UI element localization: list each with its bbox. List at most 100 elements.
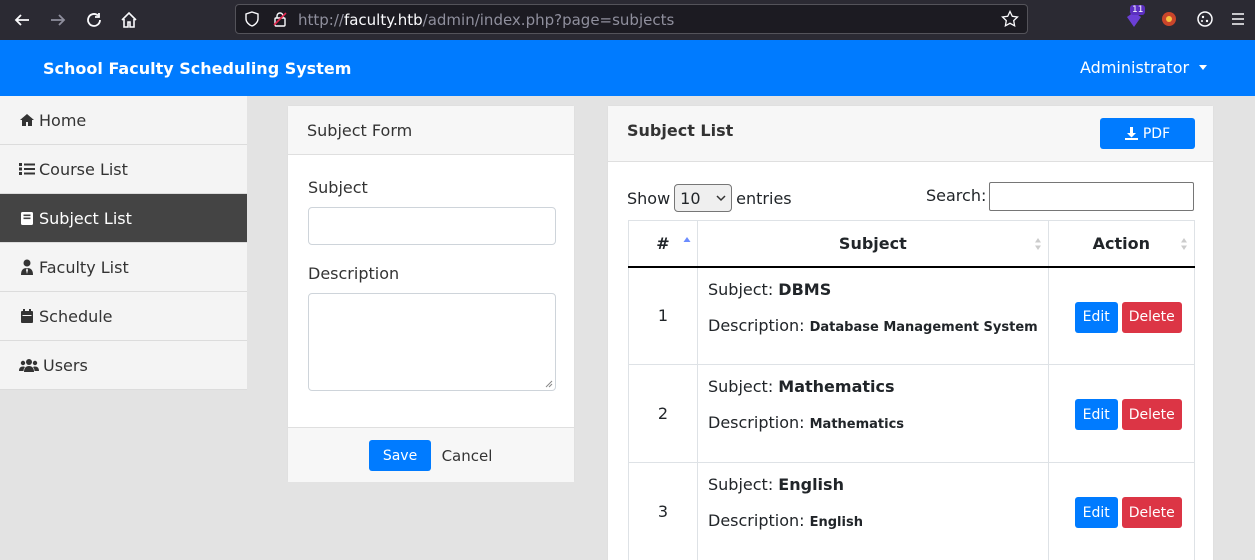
search-input[interactable] [989,182,1194,211]
chevron-down-icon [1199,65,1208,70]
subject-form-title: Subject Form [288,106,574,155]
sidebar-item-label: Schedule [39,306,113,326]
sidebar-item-label: Users [43,355,88,375]
reload-icon[interactable] [82,8,106,32]
action-cell: Edit Delete [1047,364,1196,463]
column-header-label: # [656,233,670,253]
subject-list-header: Subject List PDF [608,106,1213,162]
sidebar-item-course-list[interactable]: Course List [0,145,247,194]
sidebar-item-home[interactable]: Home [0,96,247,145]
edit-button[interactable]: Edit [1074,399,1118,430]
subject-field-label: Subject [308,178,368,197]
sidebar-item-label: Subject List [39,208,132,228]
sort-both-icon [1181,238,1187,250]
sidebar-item-subject-list[interactable]: Subject List [0,194,247,243]
subject-name: Mathematics [778,377,895,396]
row-number: 1 [628,266,698,365]
description-prefix: Description: [708,315,805,335]
extension-badge-count: 11 [1130,5,1146,15]
subject-description: Database Management System [809,319,1038,335]
column-header-subject[interactable]: Subject [697,220,1049,267]
column-header-label: Action [1092,233,1151,253]
book-icon [19,210,35,226]
url-text[interactable]: http://faculty.htb/admin/index.php?page=… [298,11,674,29]
insecure-lock-icon[interactable] [272,11,288,31]
sidebar-item-label: Course List [39,159,128,179]
browser-toolbar: http://faculty.htb/admin/index.php?page=… [0,0,1255,40]
show-label: Show [627,188,671,208]
search-label: Search: [926,186,987,205]
subject-table: # Subject Action 1 Subject: DBMS Descrip… [628,220,1196,560]
table-row: 3 Subject: English Description: English … [628,462,1196,560]
sidebar-item-faculty-list[interactable]: Faculty List [0,243,247,292]
subject-form-card: Subject Form Subject Description Save Ca… [287,105,575,482]
chevron-down-icon [716,195,726,202]
forward-icon[interactable] [46,8,70,32]
extension-fox-icon[interactable] [1160,10,1178,32]
column-header-label: Subject [838,233,907,253]
pdf-button[interactable]: PDF [1100,118,1195,149]
description-prefix: Description: [708,511,805,530]
shield-icon[interactable] [244,11,260,31]
delete-button[interactable]: Delete [1121,301,1182,333]
sidebar-item-users[interactable]: Users [0,341,247,390]
subject-cell: Subject: DBMS Description: Database Mana… [697,266,1049,365]
action-cell: Edit Delete [1047,266,1196,365]
home-page-icon[interactable] [117,8,141,32]
entries-label: entries [736,188,792,208]
page-length-control: Show 10 entries [627,184,792,212]
delete-button[interactable]: Delete [1121,497,1182,528]
user-menu-label: Administrator [1080,58,1190,77]
extension-badge-icon[interactable]: 11 [1124,5,1146,29]
subject-name: English [778,475,844,494]
cancel-button[interactable]: Cancel [438,440,496,471]
user-tie-icon [19,259,35,275]
app-title: School Faculty Scheduling System [43,59,352,78]
subject-input[interactable] [308,207,556,245]
subject-prefix: Subject: [708,279,774,299]
subject-description: English [809,515,863,530]
action-cell: Edit Delete [1047,462,1196,560]
column-header-number[interactable]: # [628,220,698,267]
subject-list-title: Subject List [627,121,734,140]
subject-prefix: Subject: [708,377,774,396]
subject-cell: Subject: Mathematics Description: Mathem… [697,364,1049,463]
resize-grip-icon[interactable] [545,380,553,388]
table-row: 1 Subject: DBMS Description: Database Ma… [628,266,1196,365]
description-prefix: Description: [708,413,805,432]
entries-select[interactable]: 10 [674,184,733,212]
edit-button[interactable]: Edit [1074,497,1118,528]
sidebar-item-label: Home [39,110,87,130]
description-textarea[interactable] [308,293,556,391]
calendar-icon [19,308,35,324]
app-navbar: School Faculty Scheduling System Adminis… [0,40,1255,96]
subject-prefix: Subject: [708,475,774,494]
edit-button[interactable]: Edit [1074,301,1118,333]
description-field-label: Description [308,264,400,283]
sidebar-item-label: Faculty List [39,257,129,277]
row-number: 2 [628,364,698,463]
subject-description: Mathematics [809,417,905,432]
delete-button[interactable]: Delete [1121,399,1182,430]
hamburger-menu-icon[interactable] [1230,11,1246,31]
save-button[interactable]: Save [369,440,431,471]
row-number: 3 [628,462,698,560]
sort-both-icon [1034,238,1041,250]
extension-cookie-icon[interactable] [1196,10,1214,32]
table-row: 2 Subject: Mathematics Description: Math… [628,364,1196,463]
sidebar-item-schedule[interactable]: Schedule [0,292,247,341]
entries-select-value: 10 [680,188,701,208]
user-menu-dropdown[interactable]: Administrator [1080,58,1208,77]
url-bar[interactable]: http://faculty.htb/admin/index.php?page=… [235,4,1028,34]
download-icon [1124,127,1138,140]
subject-form-footer: Save Cancel [288,427,574,482]
subject-cell: Subject: English Description: English [697,462,1049,560]
subject-list-card: Subject List PDF Show 10 entries Search:… [607,105,1214,560]
pdf-button-label: PDF [1142,125,1171,142]
column-header-action[interactable]: Action [1047,220,1196,267]
bookmark-star-icon[interactable] [1001,9,1019,32]
sidebar: Home Course List Subject List Faculty Li… [0,96,247,390]
sort-asc-icon [683,237,691,242]
home-icon [19,112,35,128]
back-icon[interactable] [10,8,34,32]
